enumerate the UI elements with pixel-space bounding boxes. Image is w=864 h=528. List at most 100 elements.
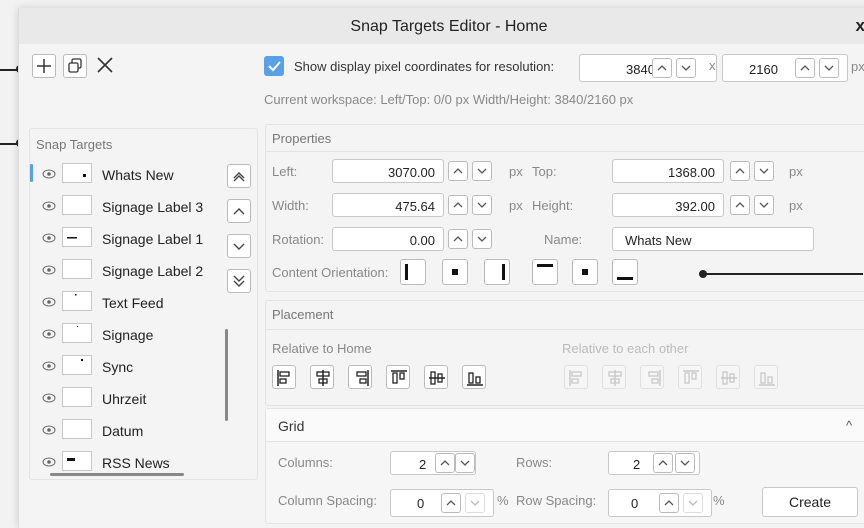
snap-target-item[interactable]: Signage Label 3 [30,191,220,221]
grid-panel: Grid ^ Columns: 2 Rows: 2 Column Spacing… [265,408,864,524]
target-thumbnail [62,451,92,471]
rotation-field[interactable]: 0.00 [332,227,444,251]
grid-header[interactable]: Grid ^ [266,409,864,442]
res-width-decrement[interactable] [676,58,696,78]
chevron-up-icon [233,172,245,182]
resolution-height-field[interactable]: 2160 [722,54,848,82]
home-align-button-4[interactable] [386,365,410,389]
home-align-button-6[interactable] [462,365,486,389]
move-bottom-button[interactable] [227,269,251,293]
create-button[interactable]: Create [762,487,858,517]
res-height-decrement[interactable] [819,58,839,78]
rows-field[interactable]: 2 [608,451,700,475]
eye-icon[interactable] [42,265,56,275]
eye-icon[interactable] [42,201,56,211]
vertical-scrollbar[interactable] [225,329,228,421]
width-decrement[interactable] [472,195,492,215]
chevron-up-icon [658,460,668,466]
row-spacing-decrement[interactable] [683,493,703,513]
each-align-button-4[interactable] [678,365,702,389]
rows-decrement[interactable] [675,453,695,473]
chevron-up-icon [800,65,810,71]
horizontal-scrollbar[interactable] [50,473,184,476]
align-bottom-icon [759,372,775,386]
orient-left-button[interactable] [400,259,426,285]
left-field[interactable]: 3070.00 [332,159,444,183]
width-increment[interactable] [448,195,468,215]
grid-collapse-icon[interactable]: ^ [846,418,852,433]
chevron-down-icon [477,236,487,242]
eye-icon[interactable] [42,233,56,243]
top-increment[interactable] [730,161,750,181]
left-decrement[interactable] [472,161,492,181]
row-spacing-field[interactable]: 0 [608,489,712,517]
name-field[interactable]: Whats New [612,227,814,251]
orient-middle-button[interactable] [572,259,598,285]
eye-icon[interactable] [42,361,56,371]
chevron-up-icon [657,65,667,71]
home-align-button-3[interactable] [348,365,372,389]
columns-field[interactable]: 2 [390,451,476,475]
move-up-one-button[interactable] [227,199,251,223]
move-down-one-button[interactable] [227,234,251,258]
add-target-button[interactable] [32,54,56,78]
chevron-down-icon [759,202,769,208]
home-align-button-2[interactable] [310,365,334,389]
eye-icon[interactable] [42,329,56,339]
show-pixels-checkbox[interactable] [264,56,284,76]
orient-top-button[interactable] [532,259,558,285]
eye-icon[interactable] [42,457,56,467]
eye-icon[interactable] [42,297,56,307]
left-increment[interactable] [448,161,468,181]
window-close-button[interactable]: x [856,16,864,36]
snap-target-item[interactable]: Signage Label 1 [30,223,220,253]
snap-target-item[interactable]: Text Feed [30,287,220,317]
col-spacing-increment[interactable] [441,493,461,513]
col-spacing-decrement[interactable] [465,493,485,513]
plus-icon [37,59,51,73]
snap-target-item[interactable]: Sync [30,351,220,381]
row-spacing-label: Row Spacing: [516,493,597,508]
orient-bottom-button[interactable] [612,259,638,285]
snap-target-item[interactable]: Whats New [30,159,220,189]
res-width-increment[interactable] [652,58,672,78]
rotation-decrement[interactable] [472,229,492,249]
move-up-button[interactable] [227,164,251,188]
snap-target-item[interactable]: Signage [30,319,220,349]
snap-target-item[interactable]: Uhrzeit [30,383,220,413]
top-decrement[interactable] [754,161,774,181]
eye-icon[interactable] [42,169,56,179]
left-label: Left: [272,164,298,179]
snap-target-item[interactable]: Datum [30,415,220,445]
each-align-button-3[interactable] [640,365,664,389]
each-align-button-2[interactable] [602,365,626,389]
column-spacing-field[interactable]: 0 [390,489,494,517]
rows-increment[interactable] [653,453,673,473]
top-field[interactable]: 1368.00 [612,159,724,183]
delete-target-button[interactable] [94,54,118,78]
each-align-button-1[interactable] [564,365,588,389]
home-align-button-1[interactable] [272,365,296,389]
columns-decrement[interactable] [455,453,475,473]
height-increment[interactable] [730,195,750,215]
height-field[interactable]: 392.00 [612,193,724,217]
each-align-button-6[interactable] [754,365,778,389]
snap-targets-title: Snap Targets [36,137,113,152]
columns-increment[interactable] [435,453,455,473]
chevron-down-icon [470,500,480,506]
home-align-button-5[interactable] [424,365,448,389]
duplicate-target-button[interactable] [63,54,87,78]
eye-icon[interactable] [42,393,56,403]
orient-center-button[interactable] [442,259,468,285]
eye-icon[interactable] [42,425,56,435]
each-align-button-5[interactable] [716,365,740,389]
resolution-width-field[interactable]: 3840 [579,54,717,82]
row-spacing-increment[interactable] [659,493,679,513]
rotation-increment[interactable] [448,229,468,249]
height-decrement[interactable] [754,195,774,215]
chevron-up-icon [735,202,745,208]
res-height-increment[interactable] [795,58,815,78]
width-field[interactable]: 475.64 [332,193,444,217]
orient-right-button[interactable] [484,259,510,285]
snap-target-item[interactable]: Signage Label 2 [30,255,220,285]
